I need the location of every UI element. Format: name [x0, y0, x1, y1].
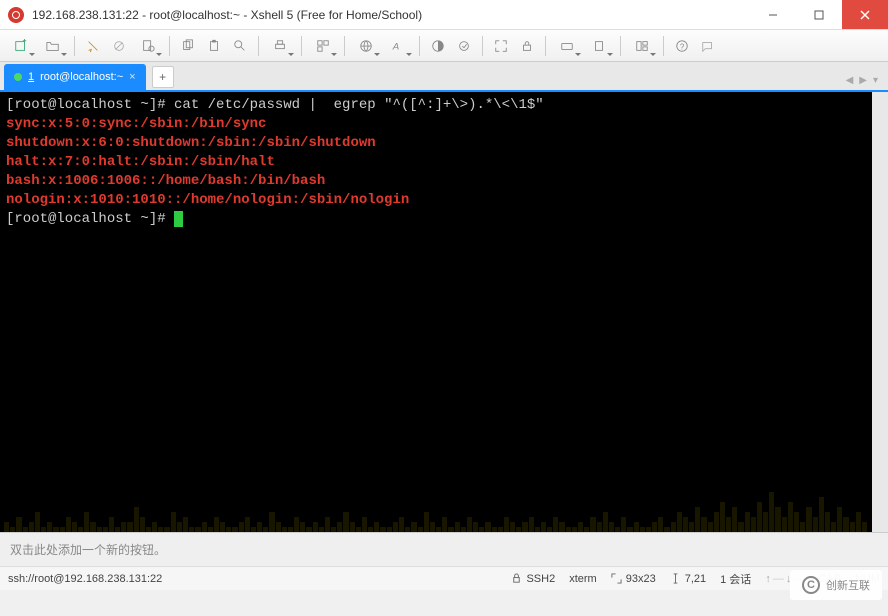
about-button[interactable] — [696, 34, 720, 58]
main-toolbar: A ? — [0, 30, 888, 62]
equalizer-decoration — [0, 472, 872, 532]
encoding-button[interactable] — [351, 34, 381, 58]
maximize-button[interactable] — [796, 0, 842, 29]
add-tab-button[interactable]: + — [152, 66, 174, 88]
tab-label: root@localhost:~ — [40, 71, 123, 83]
status-cursor-pos: 7,21 — [670, 573, 706, 585]
disconnect-button[interactable] — [107, 34, 131, 58]
scroll-up-button[interactable]: ▴ — [873, 92, 887, 106]
tab-bar: 1 root@localhost:~ × + ◀ ▶ ▾ — [0, 62, 888, 92]
quick-command-bar[interactable]: 双击此处添加一个新的按钮。 — [0, 532, 888, 566]
reconnect-button[interactable] — [81, 34, 105, 58]
window-controls — [750, 0, 888, 29]
new-session-button[interactable] — [6, 34, 36, 58]
print-button[interactable] — [265, 34, 295, 58]
copy-button[interactable] — [176, 34, 200, 58]
status-size: 93x23 — [611, 573, 656, 585]
tab-prev-button[interactable]: ◀ — [846, 75, 854, 86]
separator — [301, 36, 302, 56]
hint-text: 双击此处添加一个新的按钮。 — [10, 541, 166, 558]
tab-index: 1 — [28, 71, 34, 83]
find-button[interactable] — [228, 34, 252, 58]
terminal-pane[interactable]: [root@localhost ~]# cat /etc/passwd | eg… — [0, 92, 888, 532]
tab-session-1[interactable]: 1 root@localhost:~ × — [4, 64, 146, 90]
scrollbar-track[interactable] — [872, 92, 888, 532]
watermark: C 创新互联 — [790, 570, 882, 600]
color-scheme-button[interactable] — [426, 34, 450, 58]
upload-arrow-icon: ↑ — [765, 573, 771, 585]
tunnel-button[interactable] — [584, 34, 614, 58]
minimize-button[interactable] — [750, 0, 796, 29]
separator — [663, 36, 664, 56]
separator — [258, 36, 259, 56]
watermark-text: 创新互联 — [826, 577, 870, 593]
separator — [620, 36, 621, 56]
scrollbar-thumb[interactable] — [873, 94, 887, 274]
tab-close-icon[interactable]: × — [129, 71, 135, 83]
close-button[interactable] — [842, 0, 888, 29]
lock-button[interactable] — [515, 34, 539, 58]
script-button[interactable] — [452, 34, 476, 58]
status-sessions: 1 会话 — [720, 571, 751, 587]
tab-list-button[interactable]: ▾ — [873, 75, 878, 86]
status-connection: ssh://root@192.168.238.131:22 — [8, 573, 497, 585]
font-button[interactable]: A — [383, 34, 413, 58]
fullscreen-button[interactable] — [489, 34, 513, 58]
svg-text:A: A — [392, 41, 399, 52]
terminal-prompt-line: [root@localhost ~]# — [6, 210, 866, 229]
separator — [74, 36, 75, 56]
terminal-line: [root@localhost ~]# cat /etc/passwd | eg… — [6, 96, 866, 115]
separator — [419, 36, 420, 56]
properties-button[interactable] — [133, 34, 163, 58]
status-dot-icon — [14, 73, 22, 81]
status-term-type: xterm — [569, 573, 597, 585]
watermark-logo-icon: C — [802, 576, 820, 594]
scroll-down-button[interactable]: ▾ — [873, 518, 887, 532]
terminal-output-line: halt:x:7:0:halt:/sbin:/sbin/halt — [6, 153, 866, 172]
help-button[interactable]: ? — [670, 34, 694, 58]
paste-button[interactable] — [202, 34, 226, 58]
cursor-icon — [174, 211, 183, 227]
separator — [545, 36, 546, 56]
window-title: 192.168.238.131:22 - root@localhost:~ - … — [32, 8, 750, 22]
tab-nav: ◀ ▶ ▾ — [846, 75, 888, 90]
svg-text:?: ? — [680, 42, 685, 51]
status-protocol: SSH2 — [511, 573, 555, 585]
keyboard-button[interactable] — [552, 34, 582, 58]
separator — [482, 36, 483, 56]
terminal-output-line: sync:x:5:0:sync:/sbin:/bin/sync — [6, 115, 866, 134]
terminal-output-line: nologin:x:1010:1010::/home/nologin:/sbin… — [6, 191, 866, 210]
terminal-output-line: shutdown:x:6:0:shutdown:/sbin:/sbin/shut… — [6, 134, 866, 153]
title-bar: 192.168.238.131:22 - root@localhost:~ - … — [0, 0, 888, 30]
separator — [169, 36, 170, 56]
status-bar: ssh://root@192.168.238.131:22 SSH2 xterm… — [0, 566, 888, 590]
separator — [344, 36, 345, 56]
layout-button[interactable] — [627, 34, 657, 58]
open-button[interactable] — [38, 34, 68, 58]
tab-next-button[interactable]: ▶ — [859, 75, 867, 86]
terminal-output-line: bash:x:1006:1006::/home/bash:/bin/bash — [6, 172, 866, 191]
view-button[interactable] — [308, 34, 338, 58]
app-icon — [8, 7, 24, 23]
